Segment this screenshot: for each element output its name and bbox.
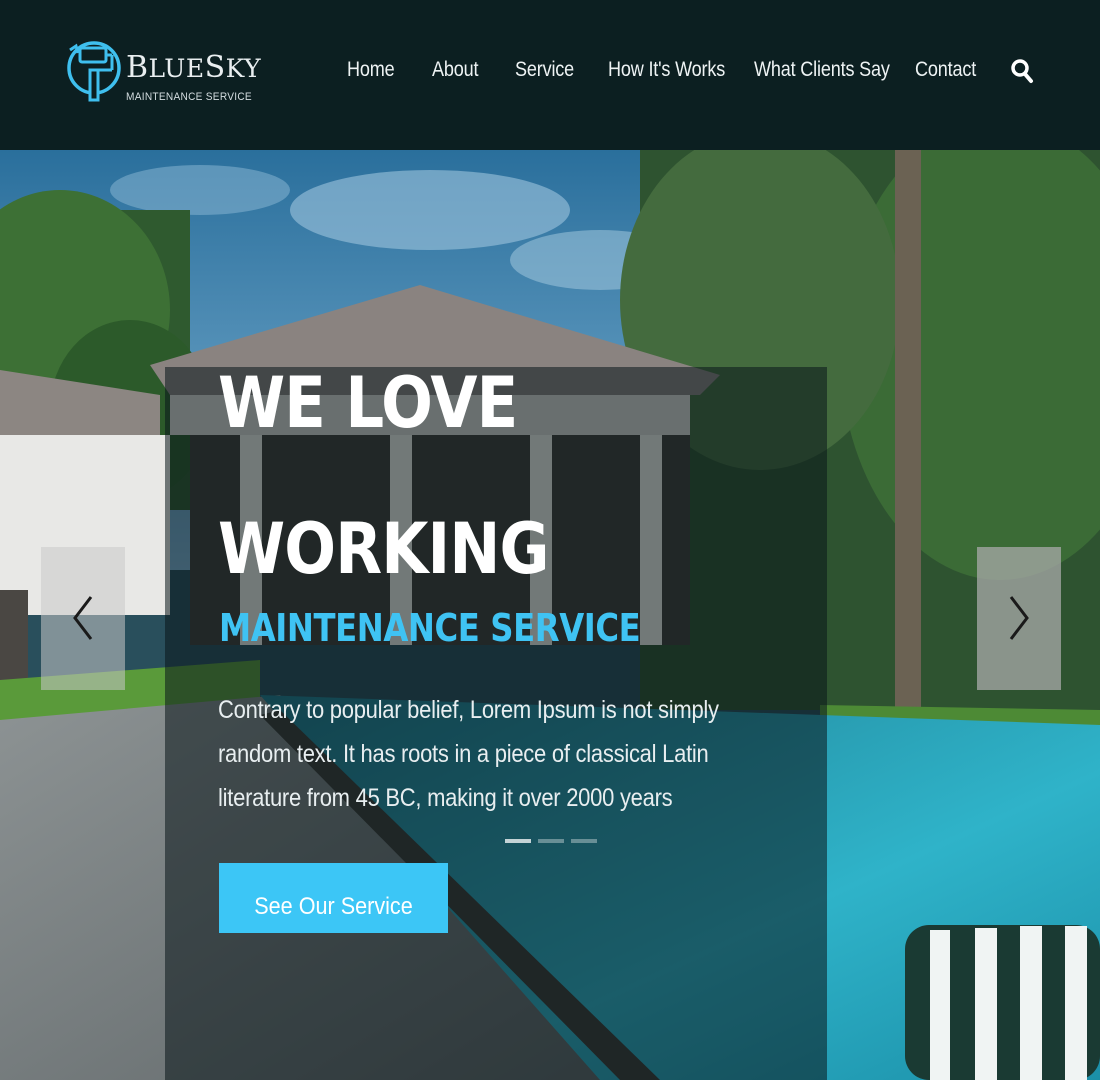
hero-headline: WE LOVE WORKING [218,330,740,622]
slider-indicators [505,839,605,845]
slider-prev-button[interactable] [41,547,125,690]
site-header: BLUESKY MAINTENANCE SERVICE Home About S… [0,0,1100,150]
hero-description: Contrary to popular belief, Lorem Ipsum … [218,696,719,812]
slider-dot-1[interactable] [505,839,531,843]
brand-tagline: MAINTENANCE SERVICE [126,91,252,103]
nav-item-what-clients-say[interactable]: What Clients Say [754,58,890,82]
slider-dot-2[interactable] [538,839,564,843]
nav-item-how-it-works[interactable]: How It's Works [608,58,725,82]
search-icon [1011,59,1033,83]
nav-item-contact[interactable]: Contact [915,58,976,82]
cta-label: See Our Service [254,893,413,920]
hero-subheadline: MAINTENANCE SERVICE [219,606,641,650]
chevron-right-icon [1009,596,1029,640]
main-nav: Home About Service How It's Works What C… [0,58,1100,88]
slider-next-button[interactable] [977,547,1061,690]
nav-item-home[interactable]: Home [347,58,395,82]
nav-item-service[interactable]: Service [515,58,574,82]
see-our-service-button[interactable]: See Our Service [219,863,448,933]
slider-dot-3[interactable] [571,839,597,843]
chevron-left-icon [73,596,93,640]
hero-headline-line-2: WORKING [218,508,549,590]
hero-headline-line-1: WE LOVE [218,362,518,444]
nav-item-about[interactable]: About [432,58,479,82]
search-button[interactable] [1010,58,1034,84]
